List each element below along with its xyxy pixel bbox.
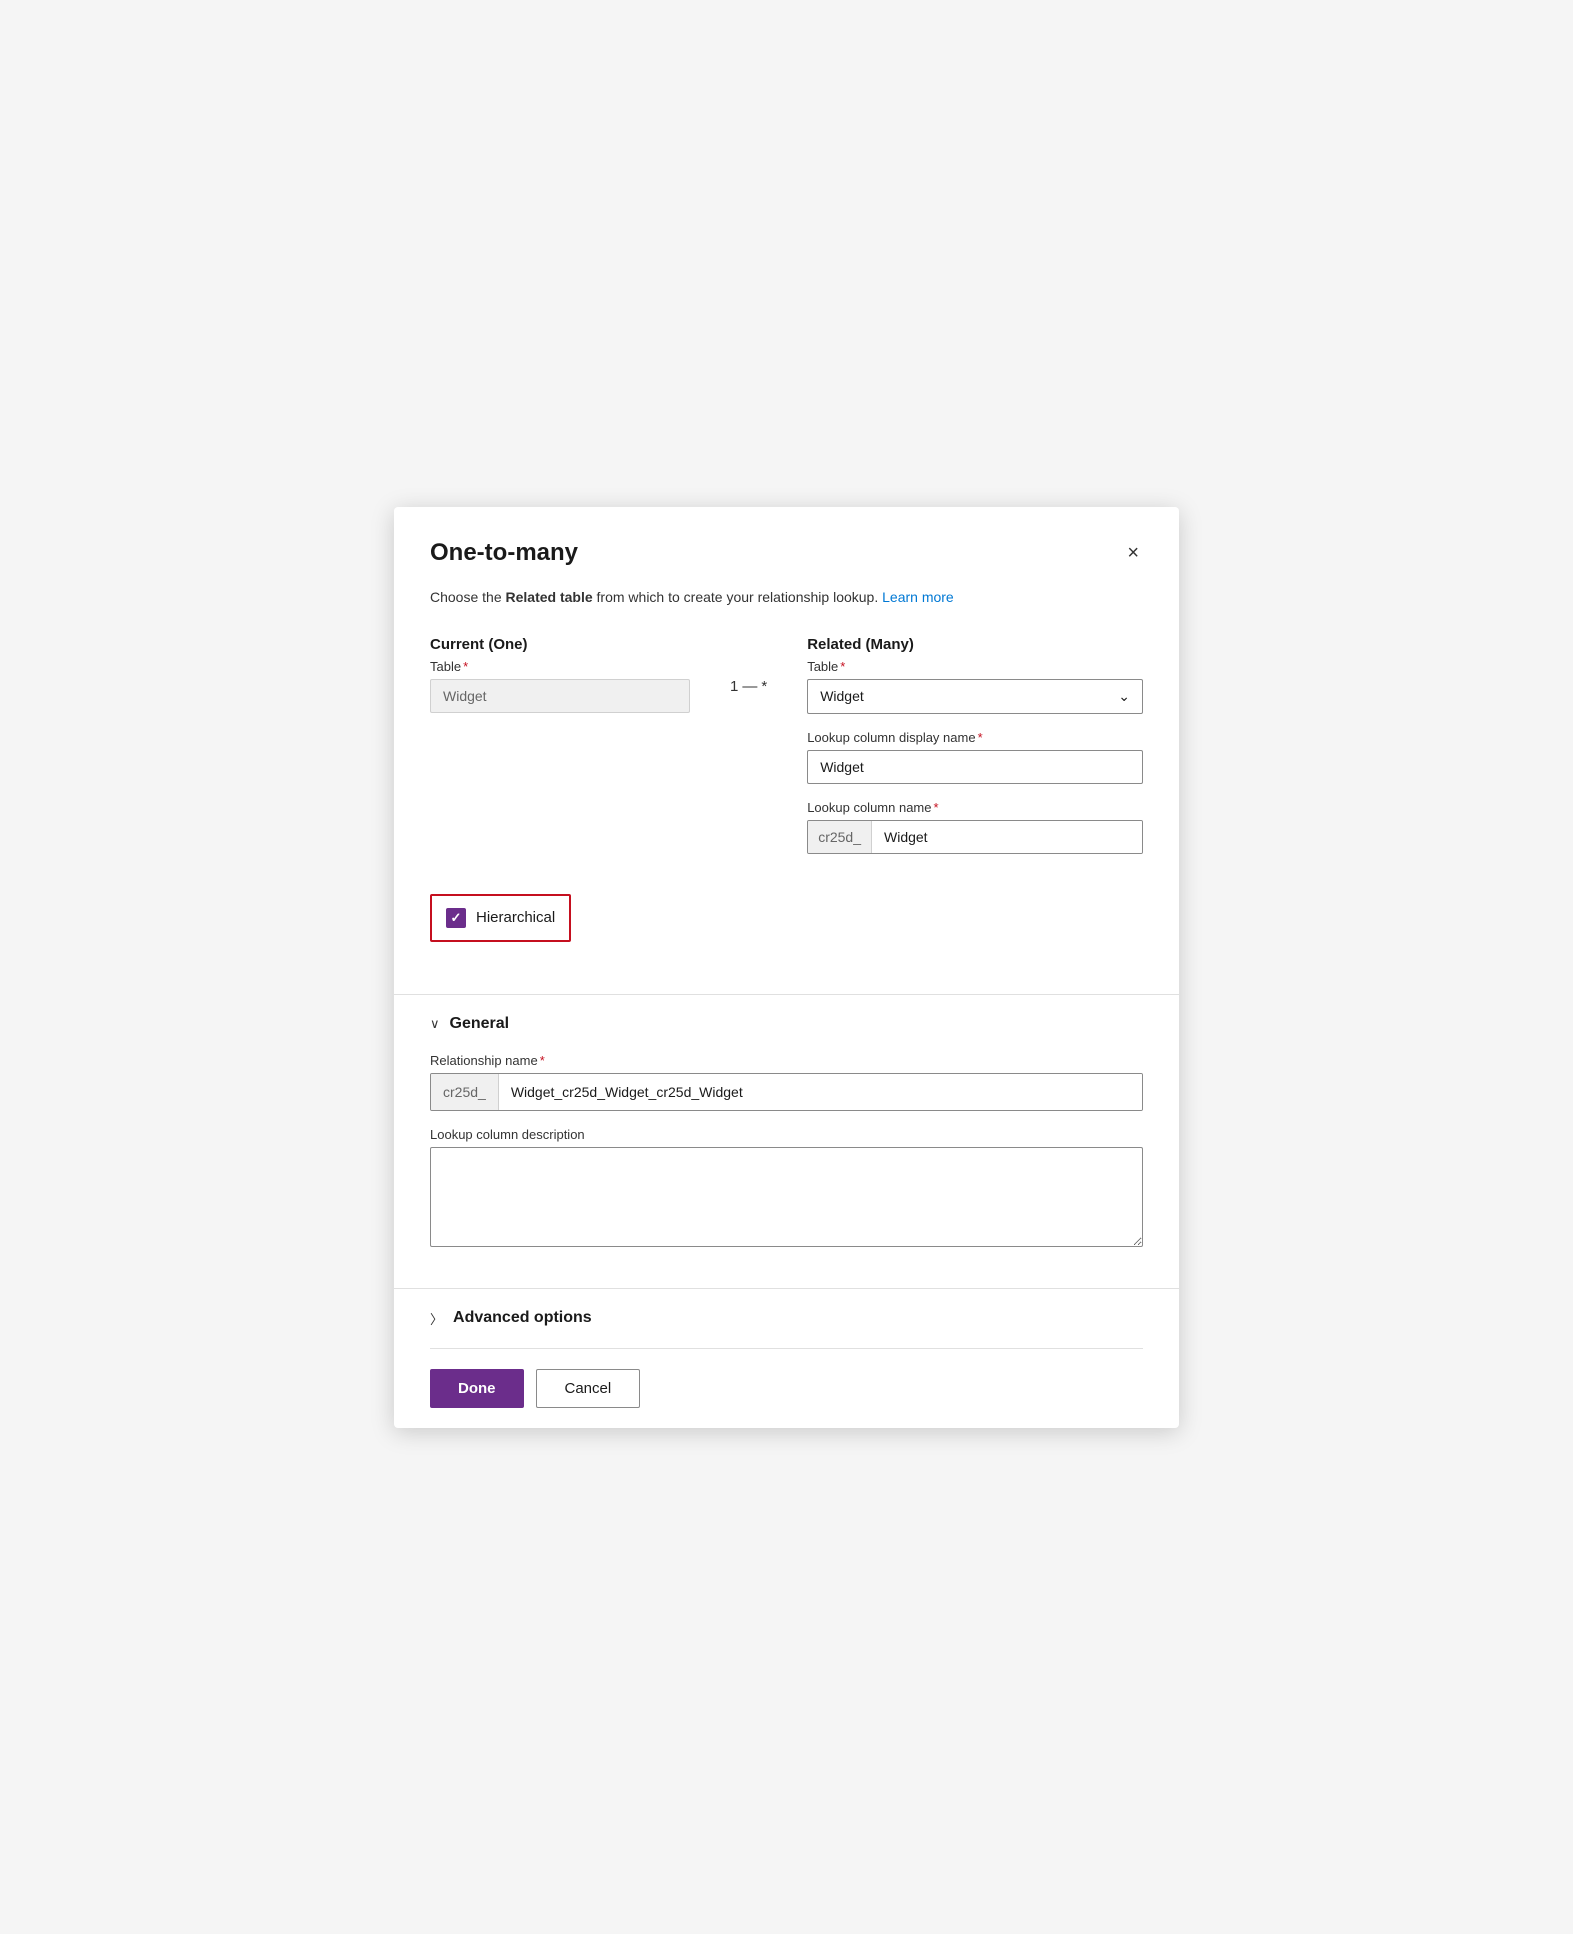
general-chevron-icon: ∨ bbox=[430, 1016, 440, 1032]
dialog-header: One-to-many × bbox=[430, 539, 1143, 567]
related-table-select[interactable]: Widget ⌄ bbox=[807, 679, 1143, 714]
lookup-name-input[interactable] bbox=[872, 821, 1142, 853]
subtitle-text-after: from which to create your relationship l… bbox=[593, 589, 882, 605]
general-section-toggle[interactable]: ∨ General bbox=[430, 1015, 1143, 1033]
related-column: Related (Many) Table* Widget ⌄ Lookup co… bbox=[807, 636, 1143, 870]
close-button[interactable]: × bbox=[1123, 539, 1143, 567]
general-section-label: General bbox=[450, 1015, 510, 1033]
arrow-column: 1 — * bbox=[730, 636, 767, 695]
related-column-label: Related (Many) bbox=[807, 636, 1143, 653]
related-table-value: Widget bbox=[820, 688, 864, 704]
lookup-name-label: Lookup column name* bbox=[807, 800, 1143, 815]
lookup-display-input[interactable] bbox=[807, 750, 1143, 784]
arrow-left: 1 bbox=[730, 678, 738, 695]
separator-2 bbox=[394, 1288, 1179, 1289]
current-table-label: Table* bbox=[430, 659, 690, 674]
dialog-title: One-to-many bbox=[430, 539, 578, 567]
one-to-many-dialog: One-to-many × Choose the Related table f… bbox=[394, 507, 1179, 1428]
advanced-chevron-icon: 〉 bbox=[430, 1309, 443, 1328]
lookup-display-label: Lookup column display name* bbox=[807, 730, 1143, 745]
learn-more-link[interactable]: Learn more bbox=[882, 589, 954, 605]
relationship-name-group: Relationship name* cr25d_ bbox=[430, 1053, 1143, 1111]
general-section-content: Relationship name* cr25d_ Lookup column … bbox=[430, 1053, 1143, 1268]
footer: Done Cancel bbox=[430, 1348, 1143, 1428]
hierarchical-row: Hierarchical bbox=[430, 894, 571, 942]
arrow-right: * bbox=[761, 678, 767, 695]
related-table-group: Table* Widget ⌄ bbox=[807, 659, 1143, 714]
cancel-button[interactable]: Cancel bbox=[536, 1369, 641, 1408]
hierarchical-checkbox[interactable] bbox=[446, 908, 466, 928]
lookup-name-group: Lookup column name* cr25d_ bbox=[807, 800, 1143, 854]
advanced-section-label: Advanced options bbox=[453, 1309, 592, 1327]
current-table-group: Table* Widget bbox=[430, 659, 690, 713]
relationship-name-label: Relationship name* bbox=[430, 1053, 1143, 1068]
current-column: Current (One) Table* Widget bbox=[430, 636, 690, 729]
subtitle: Choose the Related table from which to c… bbox=[430, 587, 1143, 608]
hierarchical-label: Hierarchical bbox=[476, 909, 555, 926]
arrow-dash: — bbox=[742, 678, 757, 695]
lookup-display-group: Lookup column display name* bbox=[807, 730, 1143, 784]
current-table-value: Widget bbox=[430, 679, 690, 713]
relationship-name-prefix: cr25d_ bbox=[431, 1074, 499, 1110]
done-button[interactable]: Done bbox=[430, 1369, 524, 1408]
hierarchical-wrapper: Hierarchical bbox=[430, 894, 1143, 966]
lookup-name-input-group: cr25d_ bbox=[807, 820, 1143, 854]
lookup-name-prefix: cr25d_ bbox=[808, 821, 872, 853]
relationship-name-input[interactable] bbox=[499, 1074, 1142, 1110]
description-textarea[interactable] bbox=[430, 1147, 1143, 1247]
subtitle-text-before: Choose the bbox=[430, 589, 506, 605]
dropdown-chevron-icon: ⌄ bbox=[1118, 688, 1130, 705]
related-table-label: Table* bbox=[807, 659, 1143, 674]
description-group: Lookup column description bbox=[430, 1127, 1143, 1252]
advanced-section-toggle[interactable]: 〉 Advanced options bbox=[430, 1309, 1143, 1328]
columns-row: Current (One) Table* Widget 1 — * Relate… bbox=[430, 636, 1143, 870]
current-column-label: Current (One) bbox=[430, 636, 690, 653]
description-label: Lookup column description bbox=[430, 1127, 1143, 1142]
relationship-name-input-group: cr25d_ bbox=[430, 1073, 1143, 1111]
subtitle-bold: Related table bbox=[506, 589, 593, 605]
separator-1 bbox=[394, 994, 1179, 995]
